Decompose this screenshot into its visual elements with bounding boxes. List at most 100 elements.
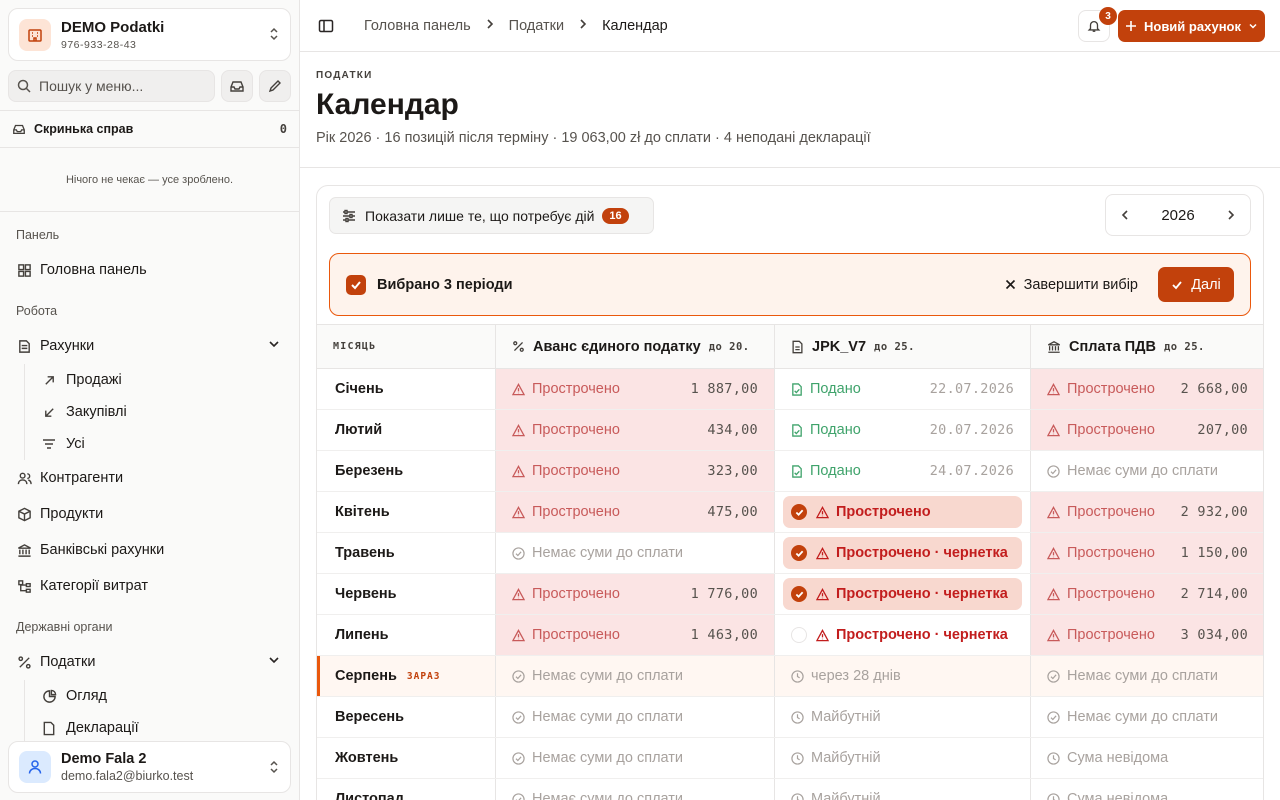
status-cell[interactable]: Прострочено · чернетка — [775, 574, 1031, 614]
chevron-down-icon — [1248, 21, 1258, 31]
status-cell[interactable]: Прострочено 2 932,00 — [1031, 492, 1263, 532]
sidebar-item-overview[interactable]: Огляд — [24, 680, 299, 712]
status-cell[interactable]: через 28 днів — [775, 656, 1031, 696]
new-invoice-button[interactable]: Новий рахунок — [1118, 10, 1265, 42]
filter-lines-icon — [41, 436, 57, 452]
bank-icon — [16, 542, 32, 558]
status-cell[interactable]: Немає суми до сплати — [1031, 451, 1263, 491]
col-jpk[interactable]: JPK_V7 до 25. — [775, 325, 1031, 368]
status-cell[interactable]: Немає суми до сплати — [496, 779, 775, 800]
status-cell[interactable]: Прострочено 1 463,00 — [496, 615, 775, 655]
status-cell[interactable]: Прострочено 323,00 — [496, 451, 775, 491]
amount-value: 434,00 — [707, 422, 758, 438]
actions-filter-toggle[interactable]: Показати лише те, що потребує дій 16 — [329, 197, 654, 234]
sidebar-item-taxes[interactable]: Податки — [0, 644, 299, 680]
sidebar-item-categories[interactable]: Категорії витрат — [0, 568, 299, 604]
org-switcher[interactable]: DEMO Podatki 976-933-28-43 — [8, 8, 291, 61]
col-advance[interactable]: Аванс єдиного податку до 20. — [496, 325, 775, 368]
empty-circle-icon[interactable] — [791, 627, 807, 643]
menu-search-input[interactable] — [39, 78, 199, 94]
check-circle-icon[interactable] — [791, 504, 807, 520]
next-button[interactable]: Далі — [1158, 267, 1234, 302]
breadcrumb-taxes[interactable]: Податки — [509, 18, 564, 34]
status-label: Прострочено — [1067, 381, 1155, 397]
warning-icon — [1047, 505, 1060, 519]
check-icon[interactable] — [346, 274, 366, 295]
status-cell[interactable]: Прострочено 434,00 — [496, 410, 775, 450]
status-cell[interactable]: Подано 24.07.2026 — [775, 451, 1031, 491]
status-cell[interactable]: Немає суми до сплати — [1031, 697, 1263, 737]
compose-button[interactable] — [259, 70, 291, 102]
status-cell[interactable]: Сума невідома — [1031, 779, 1263, 800]
col-vat[interactable]: Сплата ПДВ до 25. — [1031, 325, 1263, 368]
status-cell[interactable]: Прострочено 475,00 — [496, 492, 775, 532]
status-cell[interactable]: Майбутній — [775, 697, 1031, 737]
next-label: Далі — [1191, 276, 1221, 293]
status-cell[interactable]: Подано 22.07.2026 — [775, 369, 1031, 409]
sidebar-item-invoices[interactable]: Рахунки — [0, 328, 299, 364]
sidebar-item-declarations[interactable]: Декларації — [24, 712, 299, 744]
sidebar-item-sales[interactable]: Продажі — [24, 364, 299, 396]
check-circle-icon[interactable] — [791, 586, 807, 602]
check-circle-icon[interactable] — [791, 545, 807, 561]
chevron-right-icon[interactable] — [1226, 209, 1236, 221]
sidebar-item-label: Рахунки — [40, 338, 95, 354]
overdue-pill[interactable]: Прострочено · чернетка — [783, 578, 1022, 610]
status-cell[interactable]: Прострочено 207,00 — [1031, 410, 1263, 450]
status-label: Прострочено — [1067, 627, 1155, 643]
status-label: Подано — [810, 422, 861, 438]
sidebar-item-dashboard[interactable]: Головна панель — [0, 252, 299, 288]
status-cell[interactable]: Прострочено 1 776,00 — [496, 574, 775, 614]
status-cell[interactable]: Прострочено 1 150,00 — [1031, 533, 1263, 573]
status-cell[interactable]: Майбутній — [775, 779, 1031, 800]
notifications-button[interactable]: 3 — [1078, 7, 1117, 42]
status-cell[interactable]: Подано 20.07.2026 — [775, 410, 1031, 450]
org-phone: 976-933-28-43 — [61, 38, 137, 51]
chevron-left-icon[interactable] — [1120, 209, 1130, 221]
status-label: Прострочено — [1067, 545, 1155, 561]
status-label: Прострочено · чернетка — [836, 586, 1008, 602]
status-cell[interactable]: Прострочено 3 034,00 — [1031, 615, 1263, 655]
status-cell[interactable]: Прострочено 1 887,00 — [496, 369, 775, 409]
sidebar-item-all[interactable]: Усі — [24, 428, 299, 460]
status-cell[interactable]: Сума невідома — [1031, 738, 1263, 778]
status-cell[interactable]: Прострочено — [775, 492, 1031, 532]
col-advance-label: Аванс єдиного податку — [533, 338, 701, 355]
user-email: demo.fala2@biurko.test — [61, 769, 194, 783]
status-cell[interactable]: Прострочено 2 668,00 — [1031, 369, 1263, 409]
sidebar-toggle-icon[interactable] — [316, 16, 336, 36]
status-cell[interactable]: Прострочено · чернетка — [775, 533, 1031, 573]
year-value: 2026 — [1161, 206, 1195, 224]
page-subtitle: Рік 2026 · 16 позицій після терміну · 19… — [316, 130, 871, 146]
sidebar-item-products[interactable]: Продукти — [0, 496, 299, 532]
inbox-header[interactable]: Скринька справ 0 — [0, 110, 299, 148]
status-cell[interactable]: Майбутній — [775, 738, 1031, 778]
month-cell: Листопад — [317, 779, 496, 800]
menu-search[interactable] — [8, 70, 215, 102]
month-name: Лютий — [335, 422, 383, 438]
warning-icon — [816, 546, 829, 560]
finish-selection-button[interactable]: Завершити вибір — [1005, 277, 1138, 293]
status-label: Прострочено — [532, 586, 620, 602]
sidebar-item-contractors[interactable]: Контрагенти — [0, 460, 299, 496]
status-cell[interactable]: Немає суми до сплати — [496, 656, 775, 696]
breadcrumb-dashboard[interactable]: Головна панель — [364, 18, 471, 34]
package-icon — [16, 506, 32, 522]
sliders-icon — [342, 209, 356, 223]
sidebar-item-label: Огляд — [66, 688, 108, 704]
overdue-pill[interactable]: Прострочено — [783, 496, 1022, 528]
status-cell[interactable]: Немає суми до сплати — [496, 738, 775, 778]
sidebar-item-bank[interactable]: Банківські рахунки — [0, 532, 299, 568]
overdue-pill[interactable]: Прострочено · чернетка — [783, 619, 1022, 651]
bell-icon — [1087, 19, 1101, 33]
status-cell[interactable]: Немає суми до сплати — [1031, 656, 1263, 696]
status-cell[interactable]: Прострочено · чернетка — [775, 615, 1031, 655]
status-cell[interactable]: Немає суми до сплати — [496, 533, 775, 573]
status-cell[interactable]: Прострочено 2 714,00 — [1031, 574, 1263, 614]
user-menu[interactable]: Demo Fala 2 demo.fala2@biurko.test — [8, 741, 291, 793]
inbox-button[interactable] — [221, 70, 253, 102]
month-name: Вересень — [335, 709, 405, 725]
sidebar-item-purchases[interactable]: Закупівлі — [24, 396, 299, 428]
overdue-pill[interactable]: Прострочено · чернетка — [783, 537, 1022, 569]
status-cell[interactable]: Немає суми до сплати — [496, 697, 775, 737]
